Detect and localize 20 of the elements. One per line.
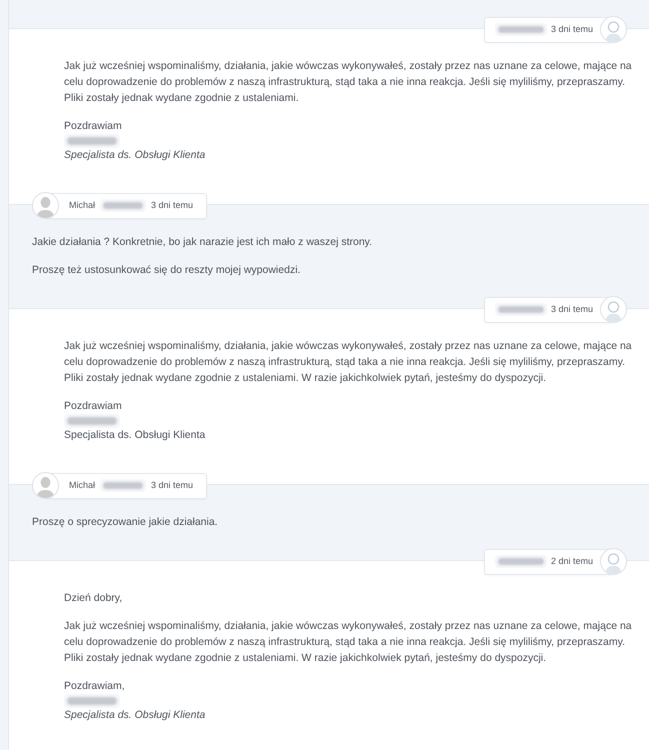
signature-role: Specjalista ds. Obsługi Klienta	[64, 708, 206, 723]
timestamp: 3 dni temu	[151, 198, 194, 212]
message-text: Jak już wcześniej wspominaliśmy, działania, jakie wówczas wykonywałeś, zostały przez nas uznane za celowe, mające na celu doprowadzenie do problemów z naszą infrastrukturą, stąd taka a nie inna reakcja. Jeśli się myliliśmy, przepraszamy. Pliki zostały jednak wydane zgodnie z ustaleniami. W razie jakichkolwiek pytań, jesteśmy do dyspozycji.	[64, 339, 633, 386]
message-text: Dzień dobry,	[64, 591, 124, 606]
message-text: Proszę też ustosunkować się do reszty mojej wypowiedzi.	[32, 263, 302, 278]
message-text: Jak już wcześniej wspominaliśmy, działania, jakie wówczas wykonywałeś, zostały przez nas uznane za celowe, mające na celu doprowadzenie do problemów z naszą infrastrukturą, stąd taka a nie inna reakcja. Jeśli się myliliśmy, przepraszamy. Pliki zostały jednak wydane zgodnie z ustaleniami.	[64, 59, 633, 106]
message-text: Jak już wcześniej wspominaliśmy, działania, jakie wówczas wykonywałeś, zostały przez nas uznane za celowe, mające na celu doprowadzenie do problemów z naszą infrastrukturą, stąd taka a nie inna reakcja. Jeśli się myliliśmy, przepraszamy. Pliki zostały jednak wydane zgodnie z ustaleniami. W razie jakichkolwiek pytań, jesteśmy do dyspozycji.	[64, 619, 633, 666]
author-name: Michał	[69, 198, 96, 212]
message-text: Proszę o sprecyzowanie jakie działania.	[32, 515, 219, 530]
timestamp: 3 dni temu	[151, 478, 194, 492]
message-text: Jakie działania ? Konkretnie, bo jak narazie jest ich mało z waszej strony.	[32, 235, 374, 250]
timestamp: 2 dni temu	[550, 554, 593, 568]
signature-role: Specjalista ds. Obsługi Klienta	[64, 148, 206, 163]
timestamp: 3 dni temu	[550, 302, 593, 316]
greeting-text: Pozdrawiam	[64, 399, 123, 414]
greeting-text: Pozdrawiam	[64, 119, 123, 134]
author-name: Michał	[69, 478, 96, 492]
signature-role: Specjalista ds. Obsługi Klienta	[64, 428, 206, 443]
timestamp: 3 dni temu	[550, 22, 593, 36]
greeting-text: Pozdrawiam,	[64, 679, 126, 694]
